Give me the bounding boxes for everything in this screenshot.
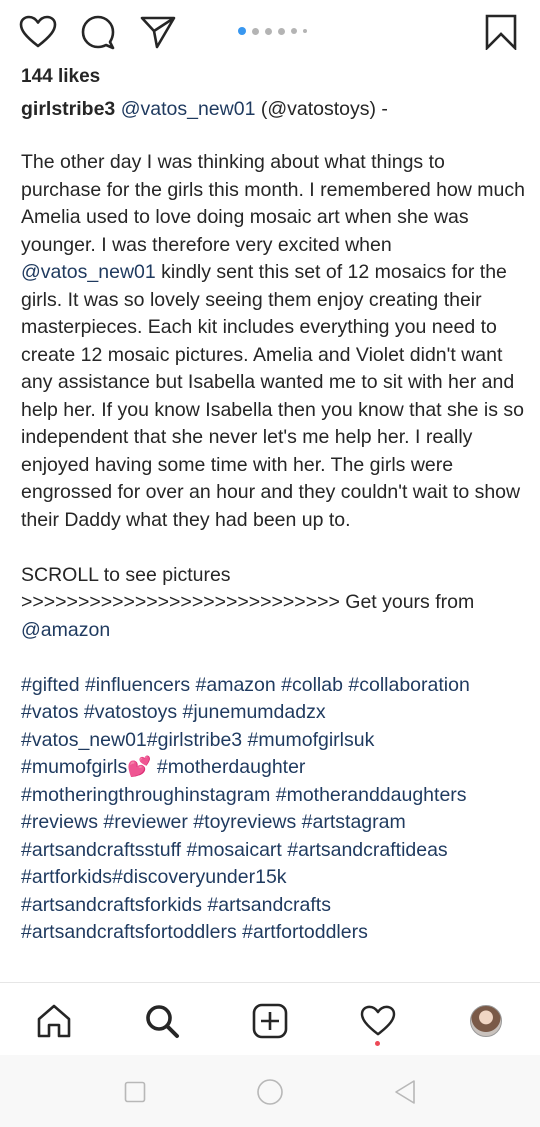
hashtag-block: #gifted #influencers #amazon #collab #co… bbox=[21, 672, 526, 947]
hashtag-line[interactable]: #motheringthroughinstagram #motheranddau… bbox=[21, 784, 467, 806]
post-action-bar bbox=[0, 0, 540, 62]
nav-home[interactable] bbox=[34, 1001, 74, 1041]
activity-notification-dot bbox=[375, 1041, 380, 1046]
recents-button[interactable] bbox=[120, 1077, 150, 1107]
share-button[interactable] bbox=[138, 12, 178, 52]
byline-suffix: (@vatostoys) - bbox=[255, 98, 388, 120]
circle-icon bbox=[257, 1079, 283, 1105]
home-icon bbox=[37, 1004, 71, 1038]
scroll-note: SCROLL to see pictures bbox=[21, 563, 231, 586]
search-icon bbox=[146, 1005, 179, 1038]
carousel-dot bbox=[291, 28, 297, 34]
caption-body: The other day I was thinking about what … bbox=[21, 149, 526, 534]
avatar bbox=[470, 1005, 502, 1037]
comment-button[interactable] bbox=[78, 12, 118, 52]
amazon-mention-link[interactable]: @amazon bbox=[21, 619, 110, 641]
carousel-dot bbox=[265, 27, 272, 35]
back-triangle-icon bbox=[395, 1080, 415, 1104]
hashtag-line[interactable]: #artforkids#discoveryunder15k bbox=[21, 866, 287, 888]
post-byline: girlstribe3 @vatos_new01 (@vatostoys) - bbox=[21, 98, 388, 121]
hashtag-line[interactable]: #motherdaughter bbox=[151, 756, 306, 778]
carousel-dot bbox=[238, 27, 246, 35]
back-button[interactable] bbox=[390, 1077, 420, 1107]
hashtag-line[interactable]: #reviews #reviewer #toyreviews #artstagr… bbox=[21, 811, 406, 833]
hashtag-line[interactable]: #vatos #vatostoys #junemumdadzx bbox=[21, 701, 326, 723]
hashtag-line[interactable]: #artsandcraftsfortoddlers #artfortoddler… bbox=[21, 921, 368, 943]
hashtag-line[interactable]: #artsandcraftsforkids #artsandcrafts bbox=[21, 894, 331, 916]
comment-icon bbox=[81, 15, 115, 50]
carousel-indicator bbox=[238, 26, 313, 36]
post-caption: The other day I was thinking about what … bbox=[21, 149, 526, 947]
hashtag-line[interactable]: #mumofgirls bbox=[21, 756, 127, 778]
heart-outline-icon bbox=[360, 1005, 396, 1036]
system-nav-bar bbox=[0, 1055, 540, 1127]
nav-profile[interactable] bbox=[466, 1001, 506, 1041]
hashtag-line[interactable]: #artsandcraftsstuff #mosaicart #artsandc… bbox=[21, 839, 448, 861]
caption-text: kindly sent this set of 12 mosaics for t… bbox=[21, 261, 524, 531]
carousel-dot bbox=[278, 27, 285, 35]
square-icon bbox=[124, 1081, 146, 1103]
bottom-nav-bar bbox=[0, 982, 540, 1055]
carousel-dot bbox=[303, 29, 307, 33]
plus-square-icon bbox=[252, 1003, 288, 1039]
heart-outline-icon bbox=[19, 15, 57, 48]
two-hearts-emoji: 💕 bbox=[127, 756, 152, 778]
like-button[interactable] bbox=[18, 12, 58, 52]
hashtag-line[interactable]: #gifted #influencers #amazon #collab #co… bbox=[21, 674, 470, 696]
carousel-dot bbox=[252, 27, 259, 35]
paper-plane-icon bbox=[140, 16, 176, 49]
arrows-note: >>>>>>>>>>>>>>>>>>>>>>>>>>>> Get yours f… bbox=[21, 591, 475, 613]
home-system-button[interactable] bbox=[255, 1077, 285, 1107]
bookmark-icon bbox=[485, 14, 517, 50]
caption-mention-link[interactable]: @vatos_new01 bbox=[21, 261, 156, 283]
mention-link[interactable]: @vatos_new01 bbox=[121, 98, 256, 120]
likes-count[interactable]: 144 likes bbox=[21, 66, 100, 88]
nav-new-post[interactable] bbox=[250, 1001, 290, 1041]
nav-search[interactable] bbox=[142, 1001, 182, 1041]
save-button[interactable] bbox=[481, 12, 521, 52]
nav-activity[interactable] bbox=[358, 1001, 398, 1041]
hashtag-line[interactable]: #vatos_new01#girlstribe3 #mumofgirlsuk bbox=[21, 729, 374, 751]
username-link[interactable]: girlstribe3 bbox=[21, 98, 115, 120]
caption-text: The other day I was thinking about what … bbox=[21, 151, 525, 256]
